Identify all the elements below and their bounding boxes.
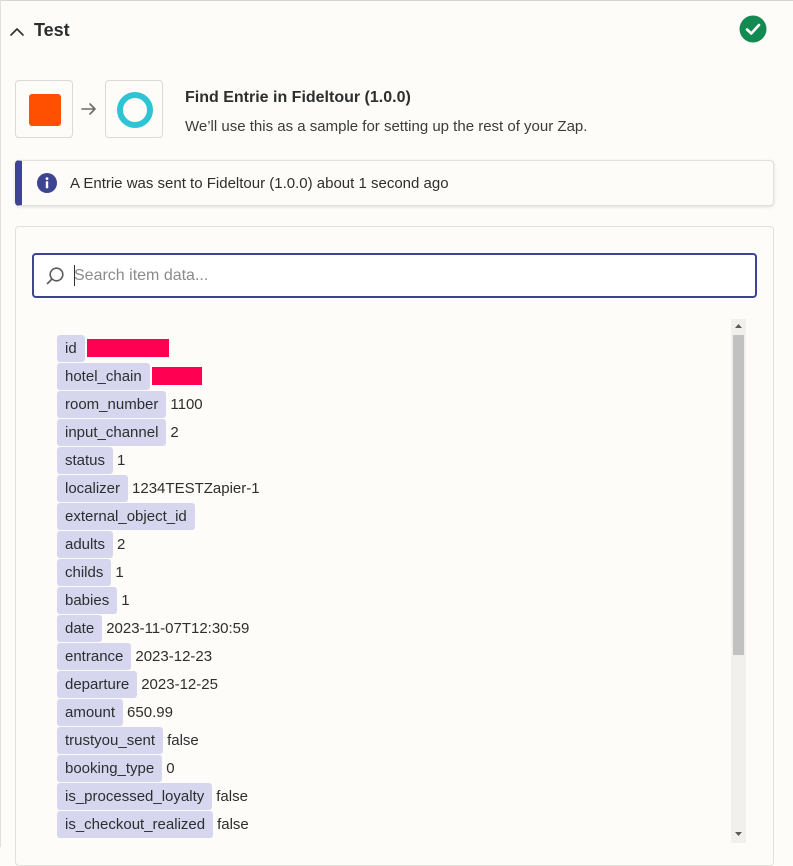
list-item[interactable]: external_object_id xyxy=(57,502,717,530)
item-key[interactable]: external_object_id xyxy=(57,502,195,530)
item-value: 650.99 xyxy=(127,703,173,721)
arrow-right-icon xyxy=(81,103,96,115)
target-app-icon xyxy=(105,80,163,138)
list-item[interactable]: localizer 1234TESTZapier-1 xyxy=(57,474,717,502)
item-key[interactable]: amount xyxy=(57,698,124,726)
item-key[interactable]: departure xyxy=(57,670,138,698)
item-value: false xyxy=(167,731,199,749)
orange-square-icon xyxy=(29,94,61,126)
item-value: 2 xyxy=(117,535,126,553)
item-key[interactable]: booking_type xyxy=(57,754,163,782)
section-title: Test xyxy=(34,20,70,40)
redacted-value xyxy=(86,339,169,357)
item-key[interactable]: status xyxy=(57,446,114,474)
test-section-header[interactable]: Test xyxy=(0,10,793,54)
list-item[interactable]: booking_type 0 xyxy=(57,754,717,782)
text-caret xyxy=(74,265,75,286)
alert-text: A Entrie was sent to Fideltour (1.0.0) a… xyxy=(70,175,449,192)
scrollbar-thumb[interactable] xyxy=(733,335,744,655)
list-item[interactable]: status 1 xyxy=(57,446,717,474)
info-alert: A Entrie was sent to Fideltour (1.0.0) a… xyxy=(15,160,774,206)
search-icon xyxy=(46,267,64,285)
redacted-value xyxy=(151,367,202,385)
list-item[interactable]: babies 1 xyxy=(57,586,717,614)
item-value: 2023-11-07T12:30:59 xyxy=(106,619,250,637)
search-input[interactable] xyxy=(74,255,744,296)
item-key[interactable]: childs xyxy=(57,558,112,586)
item-value: 1100 xyxy=(170,395,203,413)
list-item[interactable]: room_number 1100 xyxy=(57,390,717,418)
list-item[interactable]: input_channel 2 xyxy=(57,418,717,446)
left-divider xyxy=(0,0,1,847)
list-item[interactable]: trustyou_sent false xyxy=(57,726,717,754)
top-divider xyxy=(0,0,793,1)
list-item[interactable]: departure 2023-12-25 xyxy=(57,670,717,698)
item-value: 1 xyxy=(115,563,124,581)
item-data-list[interactable]: id hotel_chain room_number 1100 input_channe… xyxy=(57,334,717,847)
list-item[interactable]: date 2023-11-07T12:30:59 xyxy=(57,614,717,642)
item-value: 1 xyxy=(121,591,130,609)
source-app-icon xyxy=(15,80,73,138)
scroll-up-icon[interactable] xyxy=(734,322,743,330)
fideltour-ring-icon xyxy=(117,92,153,128)
item-value: 2 xyxy=(170,423,179,441)
item-key[interactable]: date xyxy=(57,614,103,642)
item-value: 2023-12-25 xyxy=(141,675,218,693)
item-key[interactable]: is_processed_loyalty xyxy=(57,782,213,810)
list-item[interactable]: amount 650.99 xyxy=(57,698,717,726)
item-value: 2023-12-23 xyxy=(135,647,213,665)
item-key[interactable]: hotel_chain xyxy=(57,362,150,390)
item-key[interactable]: localizer xyxy=(57,474,129,502)
list-item[interactable]: is_processed_loyalty false xyxy=(57,782,717,810)
item-key[interactable]: input_channel xyxy=(57,418,167,446)
step-subtitle: We’ll use this as a sample for setting u… xyxy=(185,118,588,135)
item-key[interactable]: babies xyxy=(57,586,118,614)
item-key[interactable]: trustyou_sent xyxy=(57,726,164,754)
search-box[interactable] xyxy=(32,253,757,298)
item-key[interactable]: adults xyxy=(57,530,114,558)
list-item[interactable]: entrance 2023-12-23 xyxy=(57,642,717,670)
item-value: 1234TESTZapier-1 xyxy=(132,479,260,497)
check-circle-icon xyxy=(739,15,767,43)
item-key[interactable]: id xyxy=(57,334,85,362)
item-key[interactable]: room_number xyxy=(57,390,167,418)
item-value: false xyxy=(216,787,248,805)
list-item[interactable]: adults 2 xyxy=(57,530,717,558)
list-item[interactable]: is_checkout_realized false xyxy=(57,810,717,838)
chevron-up-icon[interactable] xyxy=(9,25,25,39)
item-key[interactable]: entrance xyxy=(57,642,132,670)
item-value: false xyxy=(217,815,249,833)
item-key[interactable]: is_checkout_realized xyxy=(57,810,214,838)
step-title: Find Entrie in Fideltour (1.0.0) xyxy=(185,89,411,106)
item-value: 1 xyxy=(117,451,126,469)
scroll-down-icon[interactable] xyxy=(734,830,743,838)
item-value: 0 xyxy=(166,759,175,777)
list-item[interactable]: hotel_chain xyxy=(57,362,717,390)
list-item[interactable]: childs 1 xyxy=(57,558,717,586)
info-icon xyxy=(37,173,57,193)
list-item[interactable]: id xyxy=(57,334,717,362)
